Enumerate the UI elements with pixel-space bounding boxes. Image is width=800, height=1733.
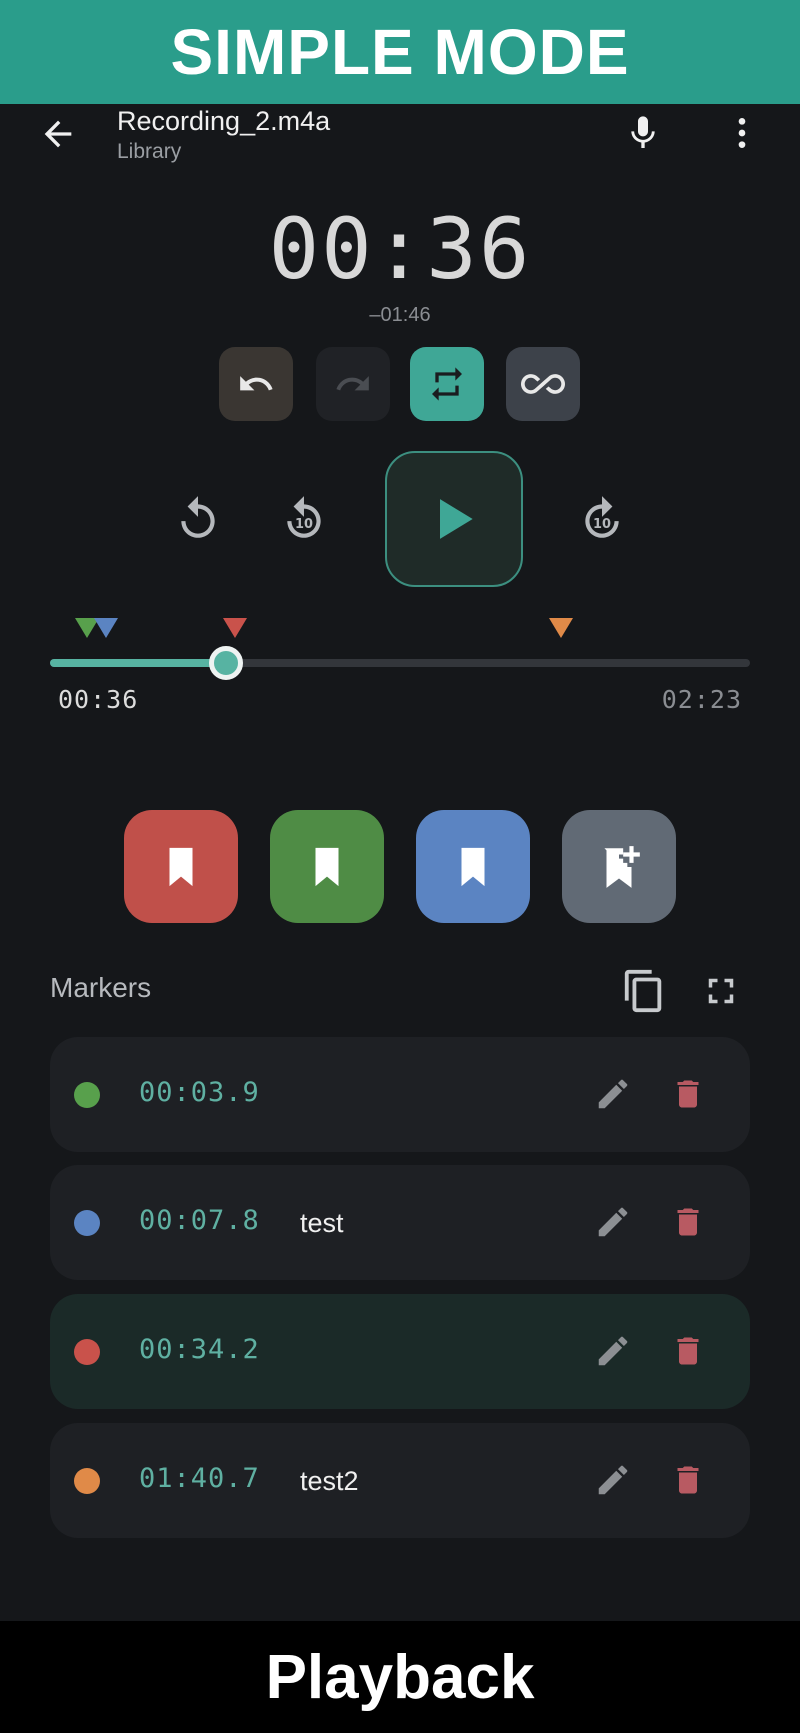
marker-row[interactable]: 00:34.2 [50,1294,750,1409]
delete-marker-button[interactable] [666,1328,710,1374]
arrow-back-icon [44,120,72,148]
back-button[interactable] [36,112,80,156]
seek-bar[interactable] [50,646,750,680]
redo-icon [336,376,369,391]
edit-marker-button[interactable] [590,1457,636,1503]
delete-marker-button[interactable] [666,1071,710,1117]
delete-marker-button[interactable] [666,1199,710,1245]
delete-marker-button[interactable] [666,1457,710,1503]
skip-back-10-button[interactable]: 10 [272,487,336,551]
seek-bar-progress [50,659,227,667]
add-blue-marker-button[interactable] [416,810,530,923]
microphone-icon [631,116,655,148]
replay-icon [181,496,215,538]
edit-marker-button[interactable] [590,1199,636,1245]
marker-color-dot [74,1210,100,1236]
forward-10-icon: 10 [585,496,619,538]
markers-section-title: Markers [50,972,152,1003]
edit-marker-button[interactable] [590,1328,636,1374]
record-button[interactable] [619,108,667,158]
undo-icon [240,376,273,391]
bookmark-add-icon [604,845,640,888]
app-bar: Recording_2.m4a Library [0,104,800,168]
bookmark-icon [169,847,193,886]
replay-10-icon: 10 [287,496,321,538]
edit-marker-button[interactable] [590,1071,636,1117]
play-button[interactable] [385,451,523,587]
marker-row[interactable]: 00:07.8 test [50,1165,750,1280]
marker-time[interactable]: 00:07.8 [139,1205,260,1236]
marker-name: test2 [300,1466,359,1496]
undo-button[interactable] [219,347,293,421]
current-position: 00:36 [58,685,139,714]
pencil-icon [598,1465,628,1495]
more-vert-icon [738,118,746,148]
trash-icon [677,1337,699,1365]
remaining-time: ‒01:46 [369,304,431,326]
screen-caption-text: Playback [265,1642,535,1712]
infinity-icon [521,374,565,394]
marker-time[interactable]: 00:03.9 [139,1077,260,1108]
fullscreen-icon [708,978,734,1004]
recording-folder: Library [117,140,182,163]
timeline-marker[interactable] [223,618,248,638]
timeline-marker[interactable] [548,618,573,638]
bookmark-icon [315,847,339,886]
marker-time[interactable]: 01:40.7 [139,1463,260,1494]
add-green-marker-button[interactable] [270,810,384,923]
skip-forward-10-button[interactable]: 10 [570,487,634,551]
svg-text:10: 10 [295,517,313,532]
add-custom-marker-button[interactable] [562,810,676,923]
pencil-icon [598,1336,628,1366]
marker-color-dot [74,1468,100,1494]
play-icon [440,499,473,539]
repeat-toggle[interactable] [410,347,484,421]
pencil-icon [598,1207,628,1237]
overflow-menu-button[interactable] [718,108,766,158]
timeline-marker[interactable] [94,618,119,638]
svg-text:10: 10 [593,517,611,532]
total-duration: 02:23 [661,685,742,714]
add-red-marker-button[interactable] [124,810,238,923]
marker-row[interactable]: 01:40.7 test2 [50,1423,750,1538]
recording-title: Recording_2.m4a [117,106,331,136]
marker-row[interactable]: 00:03.9 [50,1037,750,1152]
expand-markers-button[interactable] [696,963,746,1019]
mode-banner: SIMPLE MODE [0,0,800,104]
mode-banner-text: SIMPLE MODE [170,16,630,88]
screen-caption: Playback [0,1621,800,1733]
trash-icon [677,1080,699,1108]
bookmark-icon [461,847,485,886]
trash-icon [677,1208,699,1236]
infinite-loop-toggle[interactable] [506,347,580,421]
pencil-icon [598,1079,628,1109]
copy-markers-button[interactable] [618,963,670,1019]
marker-color-dot [74,1082,100,1108]
seek-bar-thumb[interactable] [209,646,244,680]
redo-button[interactable] [316,347,390,421]
trash-icon [677,1466,699,1494]
copy-icon [624,969,662,1013]
elapsed-time-display: 00:36 [268,200,532,298]
marker-time[interactable]: 00:34.2 [139,1334,260,1365]
repeat-icon [432,367,462,401]
rewind-to-start-button[interactable] [166,487,230,551]
marker-name: test [300,1208,344,1238]
marker-color-dot [74,1339,100,1365]
